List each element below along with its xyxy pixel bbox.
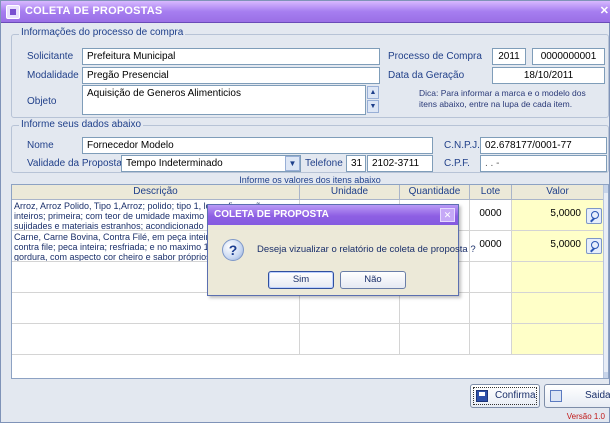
validade-label: Validade da Proposta (27, 158, 122, 169)
col-descricao-header[interactable]: Descrição (12, 185, 300, 200)
cnpj-label: C.N.P.J. (444, 140, 480, 151)
empty-row (470, 262, 512, 293)
exit-icon (550, 390, 562, 402)
solicitante-field[interactable]: Prefeitura Municipal (82, 48, 380, 65)
scroll-down-icon[interactable]: ▼ (367, 100, 379, 113)
empty-row (12, 324, 300, 355)
scroll-down-icon[interactable] (604, 372, 608, 378)
processo-ano-field[interactable]: 2011 (492, 48, 526, 65)
empty-row (400, 324, 470, 355)
row2-lote[interactable]: 0000 (470, 231, 512, 262)
col-lote-header[interactable]: Lote (470, 185, 512, 200)
objeto-scroll[interactable]: ▲ ▼ (367, 86, 379, 114)
processo-group-label: Informações do processo de compra (19, 27, 186, 38)
dialog-message: Deseja vizualizar o relatório de coleta … (257, 244, 476, 255)
telefone-ddd-field[interactable]: 31 (346, 155, 366, 172)
telefone-numero-field[interactable]: 2102-3711 (367, 155, 433, 172)
modalidade-label: Modalidade (27, 70, 79, 81)
chevron-down-icon[interactable]: ▼ (285, 156, 300, 171)
question-icon: ? (222, 239, 244, 261)
row1-lote[interactable]: 0000 (470, 200, 512, 231)
nome-label: Nome (27, 140, 54, 151)
title-bar: COLETA DE PROPOSTAS ✕ (1, 1, 610, 23)
window-close-icon[interactable]: ✕ (600, 4, 609, 17)
cpf-label: C.P.F. (444, 158, 470, 169)
dialog-title: COLETA DE PROPOSTA (208, 205, 458, 225)
telefone-label: Telefone (305, 158, 343, 169)
dica-text: Dica: Para informar a marca e o modelo d… (419, 88, 586, 109)
sim-button[interactable]: Sim (268, 271, 334, 289)
processo-numero-field[interactable]: 0000000001 (532, 48, 605, 65)
col-valor-header[interactable]: Valor (512, 185, 604, 200)
validade-select[interactable]: Tempo Indeterminado (121, 155, 301, 172)
cpf-field[interactable]: . . - (480, 155, 607, 172)
data-geracao-field[interactable]: 18/10/2011 (492, 67, 605, 84)
empty-row (300, 293, 400, 324)
empty-row (300, 324, 400, 355)
row1-search-icon[interactable] (586, 208, 602, 224)
solicitante-label: Solicitante (27, 51, 74, 62)
scroll-up-icon[interactable] (604, 185, 608, 193)
window-title: COLETA DE PROPOSTAS (25, 5, 163, 17)
empty-row (512, 324, 604, 355)
data-geracao-label: Data da Geração (388, 70, 465, 81)
col-quantidade-header[interactable]: Quantidade (400, 185, 470, 200)
cnpj-field[interactable]: 02.678177/0001-77 (480, 137, 607, 154)
nao-button[interactable]: Não (340, 271, 406, 289)
confirma-button[interactable]: Confirma (470, 384, 540, 408)
nome-field[interactable]: Fornecedor Modelo (82, 137, 433, 154)
saida-button[interactable]: Saida (544, 384, 610, 408)
row2-search-icon[interactable] (586, 238, 602, 254)
version-text: Versão 1.0 (566, 412, 605, 421)
grid-scrollbar[interactable] (603, 185, 608, 378)
objeto-label: Objeto (27, 96, 57, 107)
empty-row (470, 324, 512, 355)
app-icon (6, 5, 20, 19)
close-icon[interactable]: ✕ (440, 208, 455, 222)
empty-row (512, 293, 604, 324)
col-unidade-header[interactable]: Unidade (300, 185, 400, 200)
empty-row (400, 293, 470, 324)
objeto-field[interactable]: Aquisição de Generos Alimenticios (82, 85, 366, 115)
save-icon (476, 390, 488, 402)
confirm-dialog: COLETA DE PROPOSTA ✕ ? Deseja vizualizar… (207, 204, 476, 296)
scroll-up-icon[interactable]: ▲ (367, 86, 379, 99)
empty-row (512, 262, 604, 293)
fornecedor-group-label: Informe seus dados abaixo (19, 119, 144, 130)
modalidade-field[interactable]: Pregão Presencial (82, 67, 380, 84)
processo-compra-label: Processo de Compra (388, 51, 482, 62)
empty-row (470, 293, 512, 324)
empty-row (12, 293, 300, 324)
